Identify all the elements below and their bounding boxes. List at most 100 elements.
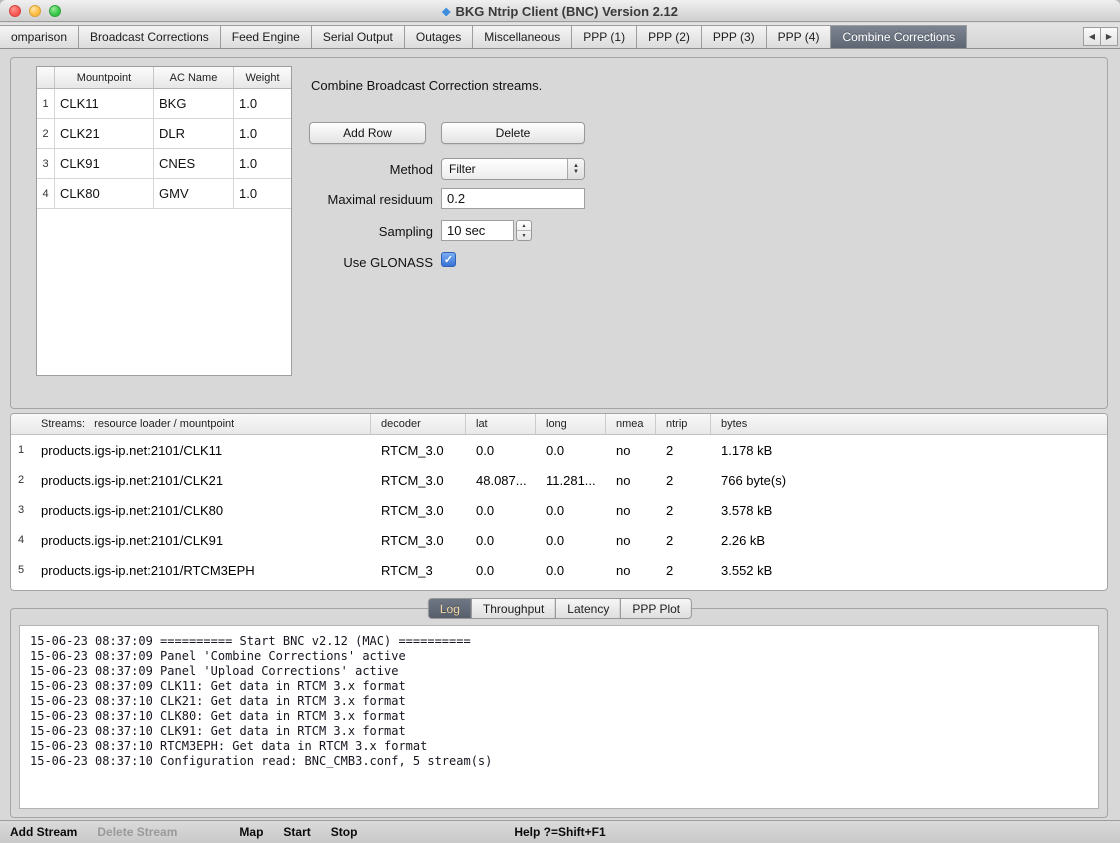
tab-serial-output[interactable]: Serial Output (311, 25, 405, 48)
header-weight: Weight (234, 67, 291, 89)
cell-ac-name[interactable]: DLR (154, 119, 234, 149)
cell-mountpoint: products.igs-ip.net:2101/CLK80 (31, 495, 371, 525)
table-row[interactable]: 2 CLK21 DLR 1.0 (37, 119, 291, 149)
maximal-residuum-label: Maximal residuum (11, 192, 433, 207)
tab-label: Miscellaneous (484, 30, 560, 44)
tab-miscellaneous[interactable]: Miscellaneous (472, 25, 572, 48)
cell-decoder: RTCM_3.0 (371, 465, 466, 495)
tab-label: PPP Plot (632, 602, 680, 616)
add-stream-button[interactable]: Add Stream (10, 825, 77, 839)
header-long: long (536, 414, 606, 434)
window-title-wrap: ◆ BKG Ntrip Client (BNC) Version 2.12 (0, 0, 1120, 22)
tab-label: Broadcast Corrections (90, 30, 209, 44)
window-title: BKG Ntrip Client (BNC) Version 2.12 (455, 4, 677, 19)
tab-ppp-plot[interactable]: PPP Plot (620, 598, 692, 619)
combine-table: Mountpoint AC Name Weight 1 CLK11 BKG 1.… (36, 66, 292, 376)
stream-row[interactable]: 3 products.igs-ip.net:2101/CLK80 RTCM_3.… (11, 495, 1107, 525)
cell-nmea: no (606, 435, 656, 465)
log-panel: 15-06-23 08:37:09 ========== Start BNC v… (10, 608, 1108, 818)
log-line: 15-06-23 08:37:10 CLK21: Get data in RTC… (30, 694, 1088, 709)
stop-button[interactable]: Stop (331, 825, 358, 839)
tab-label: Combine Corrections (842, 30, 955, 44)
tab-label: Feed Engine (232, 30, 300, 44)
table-row[interactable]: 1 CLK11 BKG 1.0 (37, 89, 291, 119)
cell-ntrip: 2 (656, 495, 711, 525)
row-number: 1 (37, 89, 55, 119)
tab-comparison[interactable]: omparison (0, 25, 79, 48)
cell-nmea: no (606, 555, 656, 585)
cell-bytes: 766 byte(s) (711, 465, 1107, 495)
cell-bytes: 2.26 kB (711, 525, 1107, 555)
cell-nmea: no (606, 525, 656, 555)
log-line: 15-06-23 08:37:09 Panel 'Upload Correcti… (30, 664, 1088, 679)
cell-ntrip: 2 (656, 525, 711, 555)
cell-weight[interactable]: 1.0 (234, 119, 291, 149)
tab-throughput[interactable]: Throughput (471, 598, 556, 619)
stream-row[interactable]: 2 products.igs-ip.net:2101/CLK21 RTCM_3.… (11, 465, 1107, 495)
stepper-down-icon[interactable]: ▼ (517, 231, 531, 240)
stepper-up-icon[interactable]: ▲ (517, 221, 531, 231)
cell-nmea: no (606, 465, 656, 495)
map-button[interactable]: Map (239, 825, 263, 839)
cell-mountpoint[interactable]: CLK21 (55, 119, 154, 149)
header-ac-name: AC Name (154, 67, 234, 89)
tab-ppp-3[interactable]: PPP (3) (701, 25, 767, 48)
tab-label: Latency (567, 602, 609, 616)
header-ntrip: ntrip (656, 414, 711, 434)
row-number: 3 (11, 495, 31, 525)
use-glonass-checkbox[interactable]: ✓ (441, 252, 456, 267)
tab-label: omparison (11, 30, 67, 44)
add-row-button[interactable]: Add Row (309, 122, 426, 144)
tab-outages[interactable]: Outages (404, 25, 473, 48)
tab-log[interactable]: Log (428, 598, 472, 619)
tab-ppp-2[interactable]: PPP (2) (636, 25, 702, 48)
row-number: 4 (11, 525, 31, 555)
maximal-residuum-input[interactable] (441, 188, 585, 209)
combo-arrows-icon: ▲ ▼ (567, 159, 584, 179)
tab-scroll-buttons: ◀ ▶ (1084, 27, 1118, 46)
cell-decoder: RTCM_3.0 (371, 435, 466, 465)
tab-scroll-left-icon[interactable]: ◀ (1083, 27, 1101, 46)
app-icon: ◆ (442, 5, 450, 18)
stream-row[interactable]: 4 products.igs-ip.net:2101/CLK91 RTCM_3.… (11, 525, 1107, 555)
delete-button[interactable]: Delete (441, 122, 585, 144)
header-row-number (37, 67, 55, 89)
log-output: 15-06-23 08:37:09 ========== Start BNC v… (19, 625, 1099, 809)
start-button[interactable]: Start (283, 825, 310, 839)
tab-ppp-1[interactable]: PPP (1) (571, 25, 637, 48)
tab-ppp-4[interactable]: PPP (4) (766, 25, 832, 48)
cell-ntrip: 2 (656, 435, 711, 465)
cell-decoder: RTCM_3.0 (371, 495, 466, 525)
header-decoder: decoder (371, 414, 466, 434)
tab-broadcast-corrections[interactable]: Broadcast Corrections (78, 25, 221, 48)
bottom-action-bar: Add Stream Delete Stream Map Start Stop … (0, 820, 1120, 843)
sampling-stepper[interactable]: ▲ ▼ (516, 220, 532, 241)
header-bytes: bytes (711, 414, 1107, 434)
cell-mountpoint[interactable]: CLK11 (55, 89, 154, 119)
main-tabbar: omparison Broadcast Corrections Feed Eng… (0, 23, 1120, 49)
cell-ac-name[interactable]: BKG (154, 89, 234, 119)
cell-nmea: no (606, 495, 656, 525)
combine-corrections-panel: Mountpoint AC Name Weight 1 CLK11 BKG 1.… (10, 57, 1108, 409)
app-window: ◆ BKG Ntrip Client (BNC) Version 2.12 om… (0, 0, 1120, 843)
stream-row[interactable]: 1 products.igs-ip.net:2101/CLK11 RTCM_3.… (11, 435, 1107, 465)
tab-combine-corrections[interactable]: Combine Corrections (830, 25, 967, 48)
tab-latency[interactable]: Latency (555, 598, 621, 619)
stream-row[interactable]: 5 products.igs-ip.net:2101/RTCM3EPH RTCM… (11, 555, 1107, 585)
log-line: 15-06-23 08:37:10 RTCM3EPH: Get data in … (30, 739, 1088, 754)
row-number: 5 (11, 555, 31, 585)
tab-feed-engine[interactable]: Feed Engine (220, 25, 312, 48)
tab-label: Outages (416, 30, 461, 44)
cell-weight[interactable]: 1.0 (234, 89, 291, 119)
tab-scroll-right-icon[interactable]: ▶ (1100, 27, 1118, 46)
cell-bytes: 3.552 kB (711, 555, 1107, 585)
cell-lat: 0.0 (466, 435, 536, 465)
sampling-input[interactable] (441, 220, 514, 241)
row-number: 2 (11, 465, 31, 495)
cell-lat: 0.0 (466, 495, 536, 525)
cell-decoder: RTCM_3.0 (371, 525, 466, 555)
method-select[interactable]: Filter ▲ ▼ (441, 158, 585, 180)
cell-lat: 48.087... (466, 465, 536, 495)
panel-description: Combine Broadcast Correction streams. (311, 78, 542, 93)
use-glonass-label: Use GLONASS (11, 255, 433, 270)
